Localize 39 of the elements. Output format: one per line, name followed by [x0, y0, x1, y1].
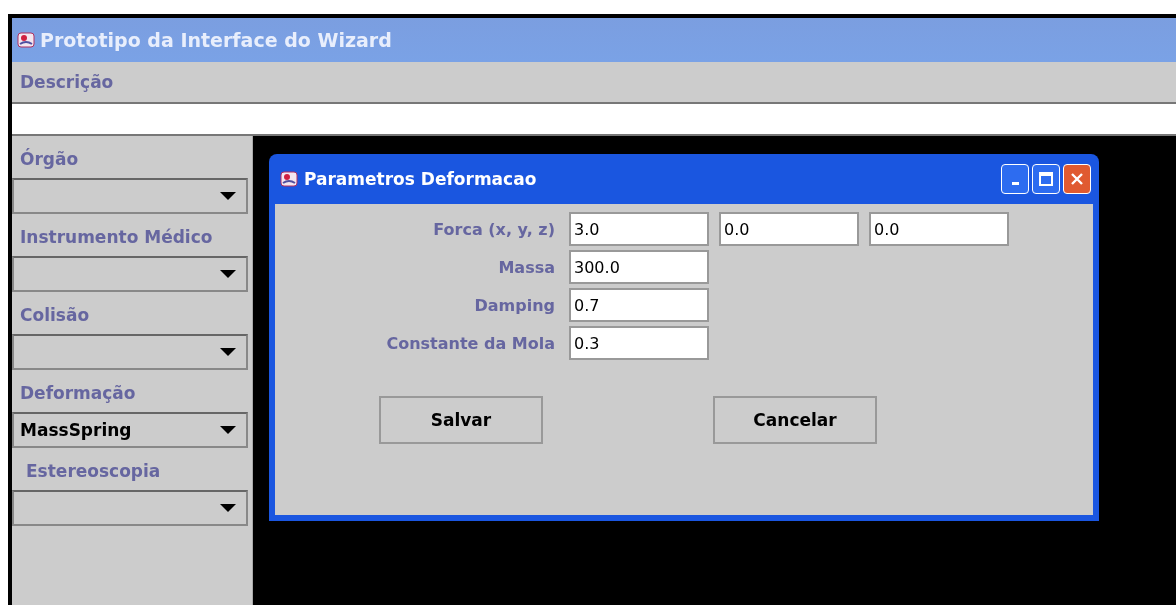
app-icon: [16, 30, 36, 50]
window-title: Prototipo da Interface do Wizard: [40, 29, 392, 51]
input-field[interactable]: 0.3: [569, 326, 709, 360]
field-label: Damping: [473, 295, 556, 315]
field-label: Colisão: [20, 305, 90, 325]
minimize-button[interactable]: [1001, 164, 1029, 194]
dialog-button[interactable]: Cancelar: [713, 396, 877, 444]
field-label: Instrumento Médico: [20, 227, 213, 247]
dialog-title: Parametros Deformacao: [304, 169, 537, 189]
dropdown[interactable]: [12, 490, 248, 526]
input-field[interactable]: 300.0: [569, 250, 709, 284]
maximize-button[interactable]: [1032, 164, 1060, 194]
field-label: Descrição: [20, 72, 114, 92]
field-label: Forca (x, y, z): [432, 219, 556, 239]
caret-icon: [220, 348, 236, 356]
dropdown[interactable]: [12, 178, 248, 214]
caret-icon: [220, 426, 236, 434]
description-field[interactable]: [12, 104, 1176, 136]
caret-icon: [220, 270, 236, 278]
dropdown[interactable]: MassSpring: [12, 412, 248, 448]
caret-icon: [220, 192, 236, 200]
dropdown[interactable]: [12, 334, 248, 370]
field-label: Deformação: [20, 383, 136, 403]
input-field[interactable]: 0.0: [719, 212, 859, 246]
dialog-button[interactable]: Salvar: [379, 396, 543, 444]
close-icon: [1070, 172, 1084, 186]
input-field[interactable]: 0.0: [869, 212, 1009, 246]
field-label: Órgão: [20, 149, 79, 169]
field-label: Estereoscopia: [26, 461, 161, 481]
field-label: Constante da Mola: [385, 333, 556, 353]
minimize-icon: [1011, 181, 1019, 185]
caret-icon: [220, 504, 236, 512]
dropdown[interactable]: [12, 256, 248, 292]
maximize-icon: [1039, 172, 1053, 186]
field-label: Massa: [497, 257, 556, 277]
input-field[interactable]: 3.0: [569, 212, 709, 246]
app-icon: [279, 169, 299, 189]
input-field[interactable]: 0.7: [569, 288, 709, 322]
close-button[interactable]: [1063, 164, 1091, 194]
